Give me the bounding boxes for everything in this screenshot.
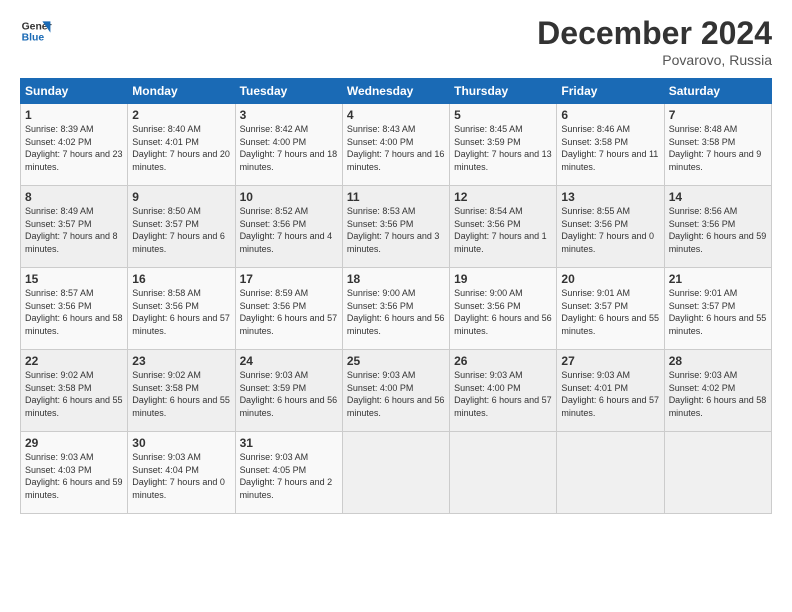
table-row: 12Sunrise: 8:54 AM Sunset: 3:56 PM Dayli… <box>450 186 557 268</box>
table-row: 29Sunrise: 9:03 AM Sunset: 4:03 PM Dayli… <box>21 432 128 514</box>
header-thursday: Thursday <box>450 79 557 104</box>
table-row: 13Sunrise: 8:55 AM Sunset: 3:56 PM Dayli… <box>557 186 664 268</box>
page-header: General Blue December 2024 Povarovo, Rus… <box>20 15 772 68</box>
table-row: 19Sunrise: 9:00 AM Sunset: 3:56 PM Dayli… <box>450 268 557 350</box>
table-row: 20Sunrise: 9:01 AM Sunset: 3:57 PM Dayli… <box>557 268 664 350</box>
calendar-table: Sunday Monday Tuesday Wednesday Thursday… <box>20 78 772 514</box>
header-friday: Friday <box>557 79 664 104</box>
table-row: 28Sunrise: 9:03 AM Sunset: 4:02 PM Dayli… <box>664 350 771 432</box>
calendar-header-row: Sunday Monday Tuesday Wednesday Thursday… <box>21 79 772 104</box>
table-row: 25Sunrise: 9:03 AM Sunset: 4:00 PM Dayli… <box>342 350 449 432</box>
table-row: 2Sunrise: 8:40 AM Sunset: 4:01 PM Daylig… <box>128 104 235 186</box>
table-row: 18Sunrise: 9:00 AM Sunset: 3:56 PM Dayli… <box>342 268 449 350</box>
month-title: December 2024 <box>537 15 772 52</box>
table-row: 31Sunrise: 9:03 AM Sunset: 4:05 PM Dayli… <box>235 432 342 514</box>
logo-icon: General Blue <box>20 15 52 47</box>
header-saturday: Saturday <box>664 79 771 104</box>
table-row: 5Sunrise: 8:45 AM Sunset: 3:59 PM Daylig… <box>450 104 557 186</box>
header-wednesday: Wednesday <box>342 79 449 104</box>
table-row: 17Sunrise: 8:59 AM Sunset: 3:56 PM Dayli… <box>235 268 342 350</box>
table-row: 16Sunrise: 8:58 AM Sunset: 3:56 PM Dayli… <box>128 268 235 350</box>
table-row: 7Sunrise: 8:48 AM Sunset: 3:58 PM Daylig… <box>664 104 771 186</box>
table-row: 26Sunrise: 9:03 AM Sunset: 4:00 PM Dayli… <box>450 350 557 432</box>
table-row <box>450 432 557 514</box>
title-block: December 2024 Povarovo, Russia <box>537 15 772 68</box>
table-row: 10Sunrise: 8:52 AM Sunset: 3:56 PM Dayli… <box>235 186 342 268</box>
header-monday: Monday <box>128 79 235 104</box>
logo: General Blue <box>20 15 56 47</box>
table-row: 6Sunrise: 8:46 AM Sunset: 3:58 PM Daylig… <box>557 104 664 186</box>
table-row: 1Sunrise: 8:39 AM Sunset: 4:02 PM Daylig… <box>21 104 128 186</box>
table-row: 23Sunrise: 9:02 AM Sunset: 3:58 PM Dayli… <box>128 350 235 432</box>
table-row <box>664 432 771 514</box>
table-row: 21Sunrise: 9:01 AM Sunset: 3:57 PM Dayli… <box>664 268 771 350</box>
table-row: 4Sunrise: 8:43 AM Sunset: 4:00 PM Daylig… <box>342 104 449 186</box>
svg-text:Blue: Blue <box>22 33 45 44</box>
table-row: 9Sunrise: 8:50 AM Sunset: 3:57 PM Daylig… <box>128 186 235 268</box>
table-row <box>557 432 664 514</box>
table-row: 14Sunrise: 8:56 AM Sunset: 3:56 PM Dayli… <box>664 186 771 268</box>
table-row <box>342 432 449 514</box>
table-row: 11Sunrise: 8:53 AM Sunset: 3:56 PM Dayli… <box>342 186 449 268</box>
header-sunday: Sunday <box>21 79 128 104</box>
header-tuesday: Tuesday <box>235 79 342 104</box>
table-row: 22Sunrise: 9:02 AM Sunset: 3:58 PM Dayli… <box>21 350 128 432</box>
table-row: 8Sunrise: 8:49 AM Sunset: 3:57 PM Daylig… <box>21 186 128 268</box>
location: Povarovo, Russia <box>537 52 772 68</box>
table-row: 27Sunrise: 9:03 AM Sunset: 4:01 PM Dayli… <box>557 350 664 432</box>
table-row: 24Sunrise: 9:03 AM Sunset: 3:59 PM Dayli… <box>235 350 342 432</box>
table-row: 15Sunrise: 8:57 AM Sunset: 3:56 PM Dayli… <box>21 268 128 350</box>
table-row: 3Sunrise: 8:42 AM Sunset: 4:00 PM Daylig… <box>235 104 342 186</box>
table-row: 30Sunrise: 9:03 AM Sunset: 4:04 PM Dayli… <box>128 432 235 514</box>
